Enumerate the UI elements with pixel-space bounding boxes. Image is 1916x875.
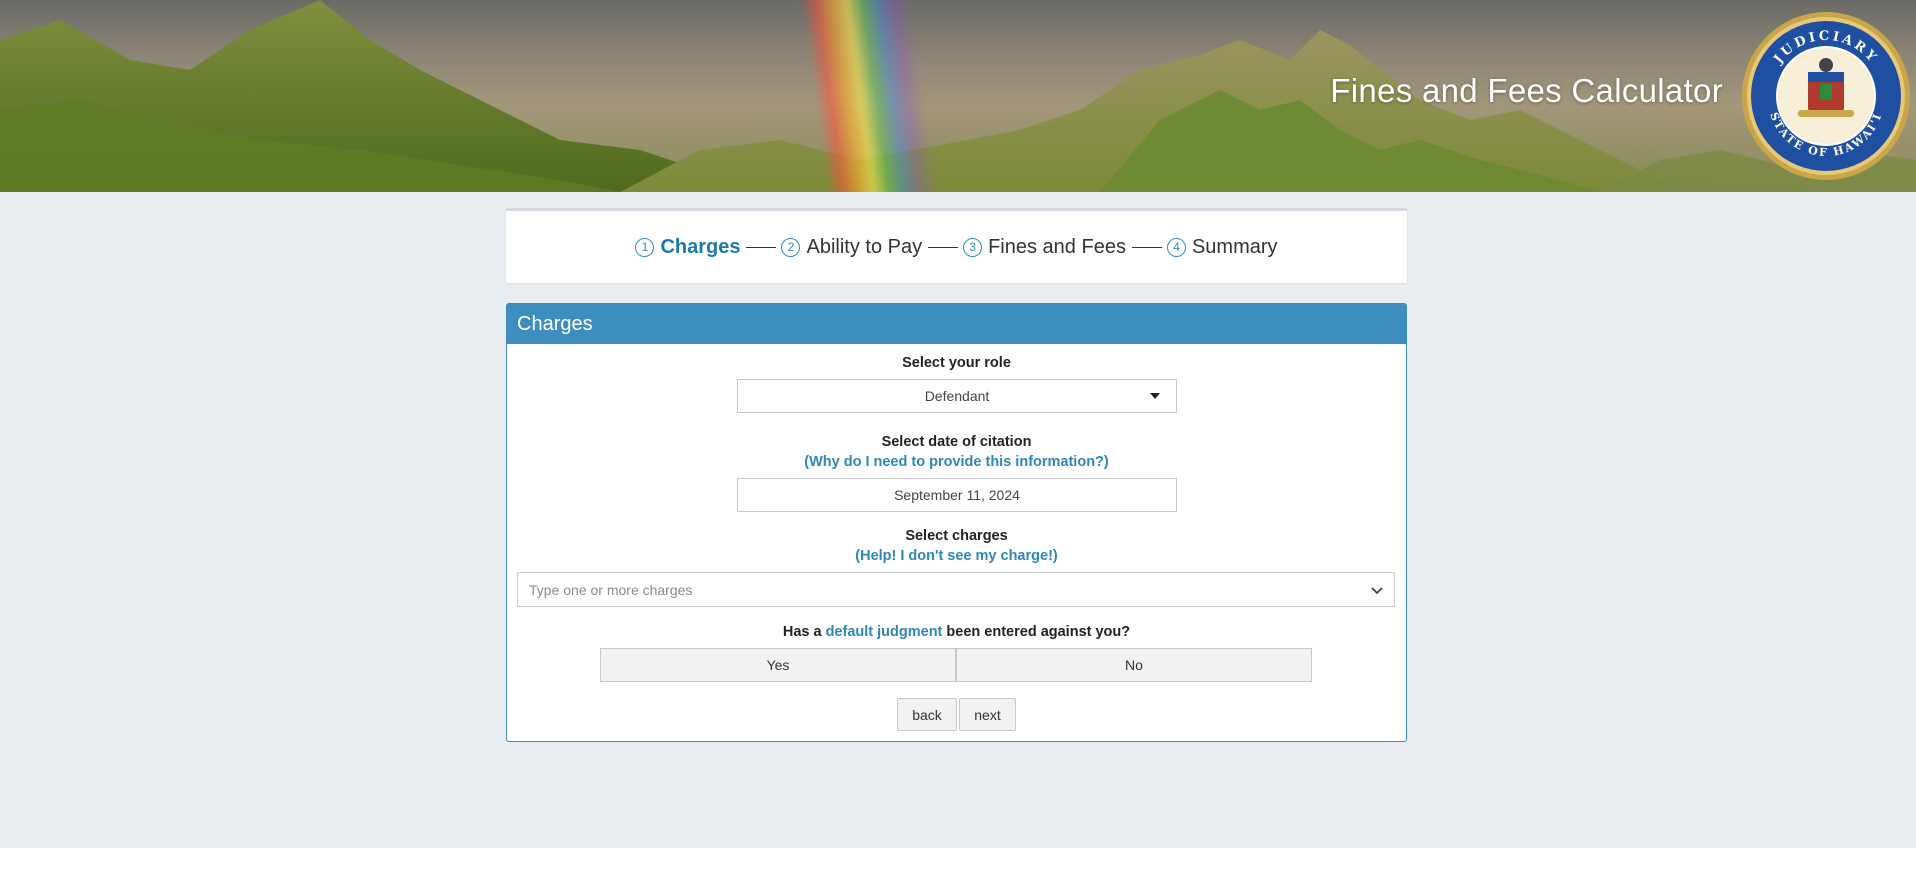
question-suffix: been entered against you? — [946, 624, 1131, 640]
step-number-icon: 1 — [635, 237, 655, 257]
citation-date-help-link[interactable]: (Why do I need to provide this informati… — [507, 454, 1406, 470]
chevron-down-icon — [1371, 587, 1383, 595]
default-judgment-question: Has a default judgment been entered agai… — [507, 624, 1406, 640]
page-title: Fines and Fees Calculator — [1330, 72, 1723, 109]
step-label: Summary — [1191, 235, 1278, 258]
citation-date-input[interactable]: September 11, 2024 — [737, 478, 1177, 512]
step-connector — [928, 246, 959, 248]
role-label: Select your role — [902, 355, 1011, 371]
panel-title: Charges — [507, 304, 1406, 344]
step-fines-and-fees[interactable]: 3 Fines and Fees — [963, 236, 1126, 259]
step-summary[interactable]: 4 Summary — [1166, 235, 1278, 259]
role-value: Defendant — [924, 388, 990, 404]
yes-button[interactable]: Yes — [600, 648, 956, 682]
citation-date-value: September 11, 2024 — [894, 487, 1020, 503]
step-number-icon: 2 — [781, 237, 801, 257]
step-label: Fines and Fees — [988, 235, 1126, 258]
citation-date-label: Select date of citation — [881, 434, 1032, 450]
step-connector — [746, 246, 777, 248]
question-prefix: Has a — [782, 624, 822, 640]
no-button[interactable]: No — [956, 648, 1312, 682]
hawaii-judiciary-seal-icon: JUDICIARY STATE OF HAWAI'I — [1742, 12, 1910, 180]
next-button[interactable]: next — [959, 698, 1016, 731]
header-banner: Fines and Fees Calculator JUDICIARY STAT… — [0, 0, 1916, 192]
step-charges[interactable]: 1 Charges — [635, 236, 740, 259]
step-label: Ability to Pay — [806, 235, 923, 258]
step-label: Charges — [660, 235, 741, 258]
caret-down-icon — [1150, 393, 1160, 399]
step-number-icon: 3 — [963, 237, 983, 257]
charges-help-link[interactable]: (Help! I don't see my charge!) — [507, 548, 1406, 564]
default-judgment-link[interactable]: default judgment — [826, 624, 943, 640]
step-number-icon: 4 — [1166, 237, 1186, 257]
progress-stepper: 1 Charges 2 Ability to Pay 3 Fines and F… — [506, 208, 1407, 283]
step-ability-to-pay[interactable]: 2 Ability to Pay — [781, 236, 922, 259]
back-button[interactable]: back — [897, 698, 957, 731]
role-select[interactable]: Defendant — [737, 379, 1177, 413]
charges-label: Select charges — [905, 528, 1008, 544]
step-connector — [1131, 246, 1162, 248]
charges-panel: Charges Select your role Defendant Selec… — [506, 303, 1407, 742]
charges-placeholder: Type one or more charges — [529, 581, 693, 598]
charges-input[interactable]: Type one or more charges — [517, 572, 1395, 607]
